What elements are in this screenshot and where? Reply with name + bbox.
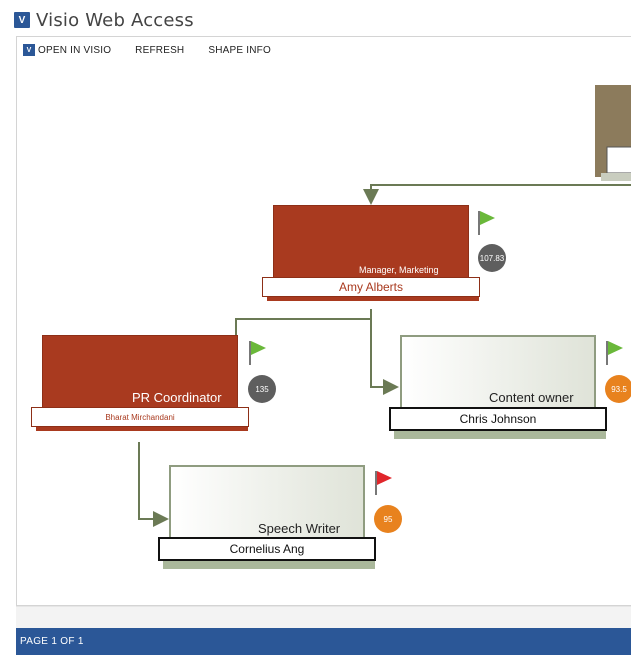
- amy-role-label: Manager, Marketing: [359, 265, 439, 275]
- app-title: Visio Web Access: [36, 9, 194, 31]
- bharat-role-label: PR Coordinator: [132, 390, 222, 405]
- svg-text:135: 135: [255, 385, 269, 394]
- viewer-frame: V OPEN IN VISIO REFRESH SHAPE INFO 107.8…: [16, 36, 631, 606]
- app-header: V Visio Web Access: [14, 8, 194, 32]
- amy-flag-icon: [478, 211, 495, 235]
- connector-amy-to-chris: [370, 309, 399, 395]
- visio-icon: V: [23, 44, 35, 56]
- chris-score-badge: 93.5: [605, 375, 631, 403]
- toolbar: V OPEN IN VISIO REFRESH SHAPE INFO: [17, 37, 631, 63]
- connector-amy-to-bharat: [235, 318, 371, 335]
- svg-text:95: 95: [384, 515, 393, 524]
- viewer-scroll-area: [16, 606, 631, 628]
- chris-flag-icon: [606, 341, 623, 365]
- refresh-button[interactable]: REFRESH: [135, 45, 184, 56]
- amy-name-label[interactable]: Amy Alberts: [262, 277, 480, 297]
- bharat-flag-icon: [249, 341, 266, 365]
- cornelius-flag-icon: [375, 471, 392, 495]
- open-in-visio-label: OPEN IN VISIO: [38, 44, 112, 56]
- amy-score-badge: 107.83: [478, 244, 506, 272]
- connector-bharat-to-cornelius: [138, 442, 169, 527]
- status-bar: PAGE 1 OF 1: [16, 628, 631, 655]
- chris-role-label: Content owner: [489, 390, 574, 405]
- offscreen-shape: [595, 85, 631, 181]
- cornelius-role-label: Speech Writer: [258, 521, 341, 536]
- open-in-visio-button[interactable]: V OPEN IN VISIO: [23, 44, 111, 56]
- bharat-score-badge: 135: [248, 375, 276, 403]
- page-indicator: PAGE 1 OF 1: [20, 636, 84, 647]
- chris-name-label[interactable]: Chris Johnson: [389, 407, 607, 431]
- svg-text:93.5: 93.5: [611, 385, 627, 394]
- bharat-name-label[interactable]: Bharat Mirchandani: [31, 407, 249, 427]
- svg-text:107.83: 107.83: [480, 254, 505, 263]
- diagram-canvas[interactable]: 107.83 135 93.5 95 Manager, Marketing Am…: [17, 63, 631, 605]
- cornelius-name-label[interactable]: Cornelius Ang: [158, 537, 376, 561]
- visio-logo-icon: V: [14, 12, 30, 28]
- shape-info-button[interactable]: SHAPE INFO: [208, 45, 271, 56]
- connector-top-to-amy: [363, 184, 631, 205]
- cornelius-score-badge: 95: [374, 505, 402, 533]
